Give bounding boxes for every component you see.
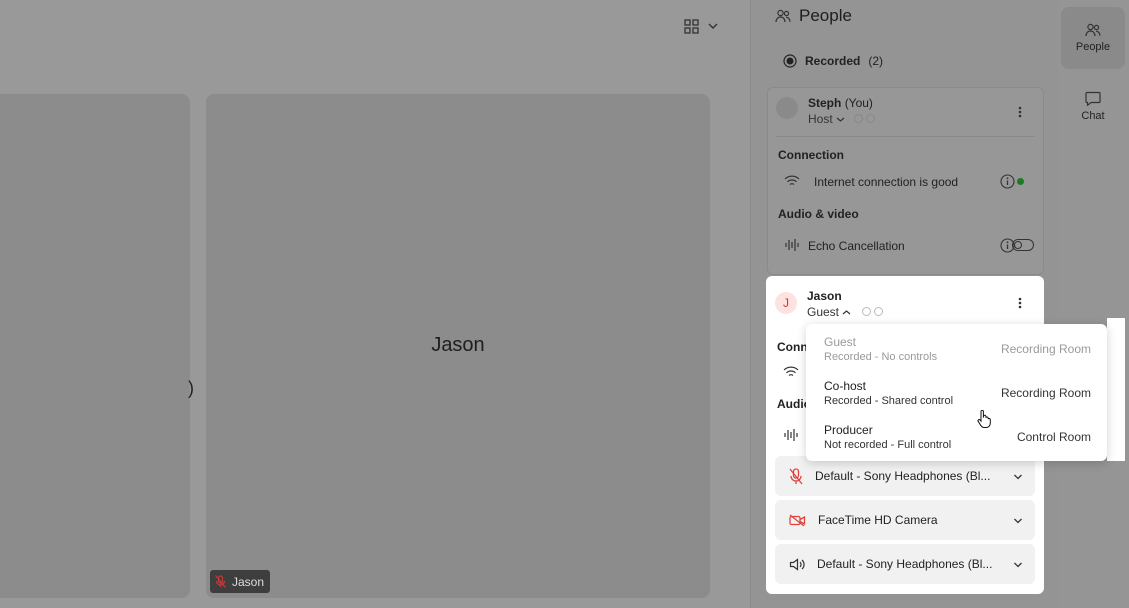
mic-muted-icon [789,467,803,485]
wifi-icon [783,366,799,378]
role-option-title: Co-host [824,379,867,393]
hand-cursor-icon [977,410,991,428]
people-icon [775,9,791,23]
camera-select[interactable]: FaceTime HD Camera [775,500,1035,540]
tile-participant-name: Jason [431,334,485,356]
echo-cancellation-toggle[interactable] [1012,239,1034,251]
participant-tile-jason[interactable]: Jason Jason [206,94,710,598]
role-label: Host [808,112,833,126]
more-options-icon[interactable] [1018,297,1022,309]
participant-name: Steph (You) [808,96,873,110]
connection-heading: Connection [778,148,844,162]
browser-icon [874,305,884,319]
role-option-room: Recording Room [1000,386,1091,400]
role-selector[interactable]: Host [808,112,875,126]
role-option-cohost[interactable]: Co-host Recorded - Shared control Record… [806,371,1107,415]
microphone-device-label: Default - Sony Headphones (Bl... [815,469,991,483]
tile-tag-name: Jason [232,574,265,589]
avatar [776,97,798,119]
rail-people-label: People [1075,41,1111,53]
tile-name-tag: Jason [210,570,271,593]
role-option-room: Control Room [1016,430,1091,444]
role-label: Guest [807,305,840,319]
wifi-icon [784,175,800,187]
people-icon [1085,23,1101,37]
chevron-down-icon [708,22,718,30]
role-option-subtitle: Recorded - Shared control [824,395,954,407]
echo-cancellation-label: Echo Cancellation [808,239,905,253]
panel-title: People [799,6,852,25]
apple-icon [862,305,872,319]
tile-partial-text: ) [188,378,194,398]
panel-header: People [775,6,852,26]
role-option-title: Guest [824,335,857,349]
info-icon[interactable] [1000,174,1015,189]
rail-chat-button[interactable]: Chat [1061,75,1125,137]
connection-status-dot [1017,178,1024,185]
speaker-icon [789,557,805,571]
more-options-icon[interactable] [1018,106,1022,118]
role-option-subtitle: Recorded - No controls [824,351,938,363]
chevron-down-icon [1013,473,1023,480]
role-option-guest[interactable]: Guest Recorded - No controls Recording R… [806,327,1107,371]
rail-people-button[interactable]: People [1061,7,1125,69]
video-stage: ) Jason Jason [0,0,750,608]
role-dropdown-menu: Guest Recorded - No controls Recording R… [806,324,1107,461]
apple-icon [853,112,863,126]
layout-toggle-button[interactable] [684,16,728,36]
role-option-producer[interactable]: Producer Not recorded - Full control Con… [806,415,1107,459]
chevron-down-icon [1013,561,1023,568]
participant-card-steph: Steph (You) Host Connection Internet con… [767,87,1044,275]
speaker-select[interactable]: Default - Sony Headphones (Bl... [775,544,1035,584]
camera-off-icon [789,513,806,527]
avatar: J [775,292,797,314]
chevron-up-icon [842,309,851,316]
participant-tile-steph[interactable]: ) [0,94,194,598]
microphone-select[interactable]: Default - Sony Headphones (Bl... [775,456,1035,496]
browser-icon [865,112,875,126]
chat-icon [1085,91,1101,106]
grid-icon [684,18,699,34]
audio-wave-icon [783,428,799,442]
record-icon [783,54,797,68]
role-option-room: Recording Room [1000,342,1091,356]
connection-status-text: Internet connection is good [814,175,959,189]
speaker-device-label: Default - Sony Headphones (Bl... [817,557,993,571]
role-selector[interactable]: Guest [807,305,884,319]
audio-wave-icon [784,238,800,252]
chevron-down-icon [1013,517,1023,524]
recorded-count: (2) [868,54,884,68]
mic-muted-icon [215,575,226,588]
side-rail: People Chat [1058,0,1129,608]
camera-device-label: FaceTime HD Camera [818,513,938,527]
participant-name: Jason [807,289,842,303]
role-option-subtitle: Not recorded - Full control [824,439,952,451]
recorded-label: Recorded [805,54,861,68]
chevron-down-icon [836,116,845,123]
rail-chat-label: Chat [1081,109,1105,122]
connection-heading: Conn [777,340,808,354]
dropdown-edge [1107,318,1125,461]
recorded-section-header: Recorded (2) [783,54,883,68]
audio-video-heading: Audio & video [778,207,859,221]
